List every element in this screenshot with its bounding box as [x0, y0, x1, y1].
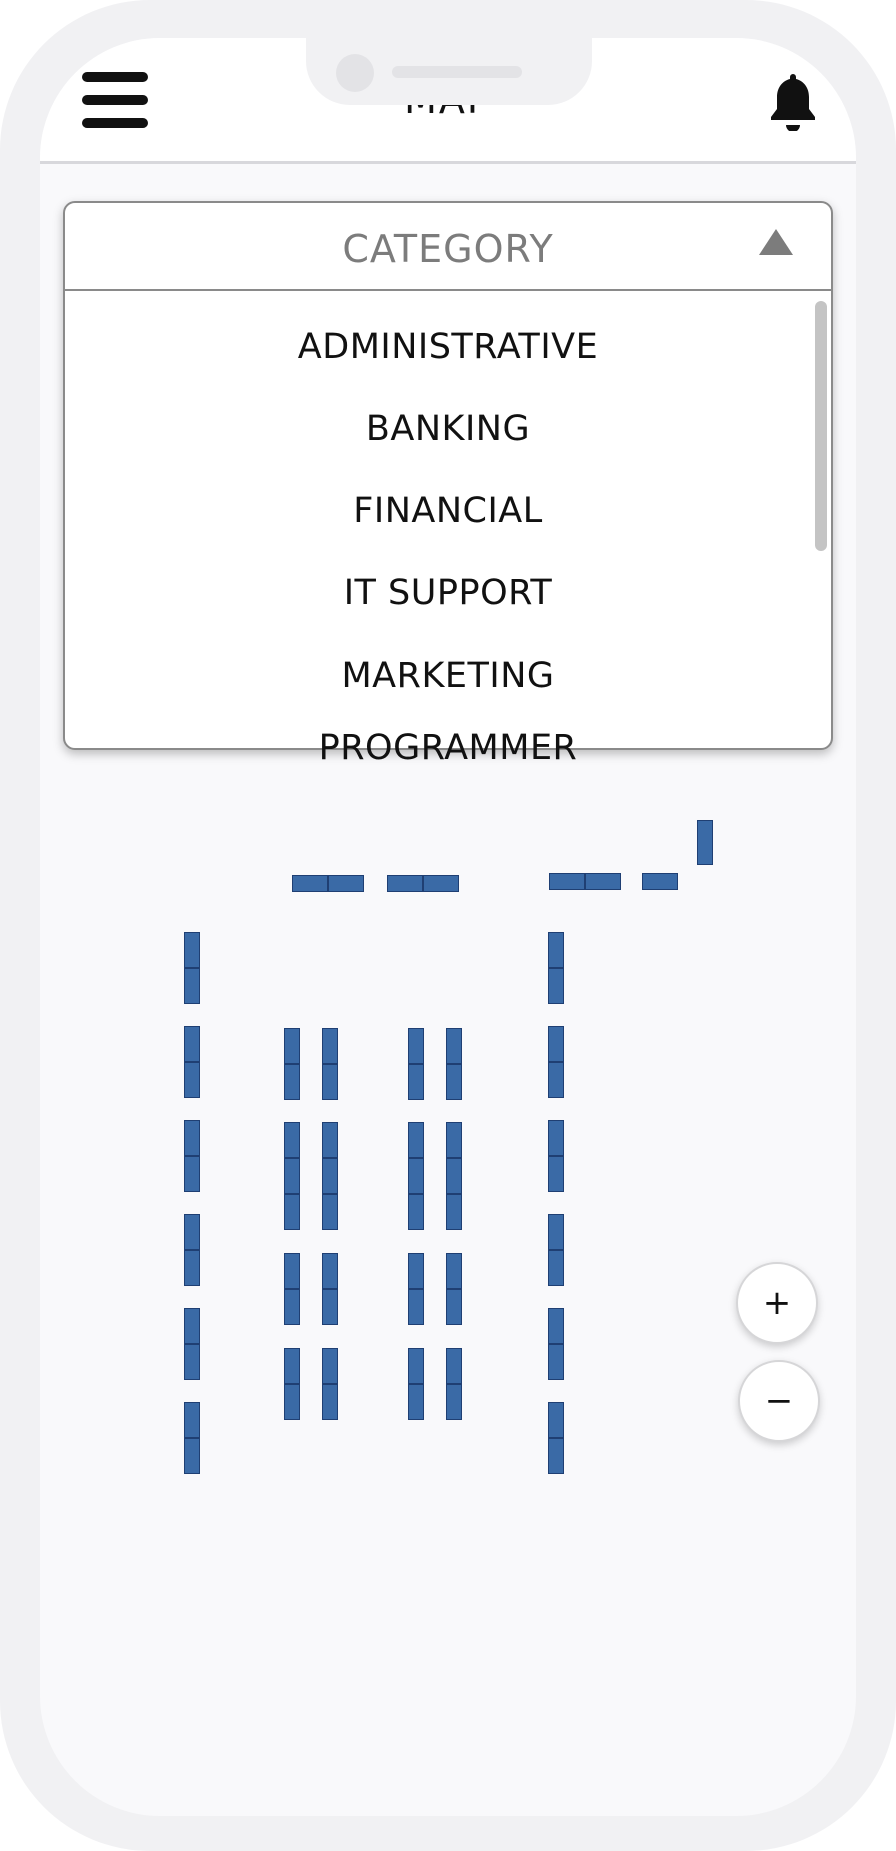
desk[interactable]	[548, 1308, 564, 1344]
desk[interactable]	[697, 820, 713, 865]
desk[interactable]	[585, 873, 621, 890]
desk[interactable]	[322, 1158, 338, 1194]
desk[interactable]	[446, 1384, 462, 1420]
desk[interactable]	[322, 1064, 338, 1100]
desk[interactable]	[184, 1062, 200, 1098]
desk[interactable]	[408, 1028, 424, 1064]
desk[interactable]	[322, 1122, 338, 1158]
desk[interactable]	[322, 1289, 338, 1325]
desk[interactable]	[322, 1028, 338, 1064]
desk[interactable]	[548, 1344, 564, 1380]
desk[interactable]	[184, 1308, 200, 1344]
category-option-administrative[interactable]: ADMINISTRATIVE	[65, 317, 831, 377]
desk[interactable]	[446, 1028, 462, 1064]
category-option-programmer[interactable]: PROGRAMMER	[65, 728, 831, 768]
desk[interactable]	[184, 1156, 200, 1192]
desk[interactable]	[548, 968, 564, 1004]
category-option-financial[interactable]: FINANCIAL	[65, 481, 831, 541]
desk[interactable]	[284, 1194, 300, 1230]
phone-notch	[306, 38, 592, 105]
desk[interactable]	[408, 1158, 424, 1194]
desk[interactable]	[446, 1289, 462, 1325]
zoom-in-button[interactable]: +	[736, 1262, 818, 1344]
front-camera	[336, 54, 374, 92]
desk[interactable]	[184, 1214, 200, 1250]
app-screen: MAP + − CATEGORY ADMINISTRATIVE BANKING …	[40, 38, 856, 1816]
desk[interactable]	[408, 1384, 424, 1420]
desk[interactable]	[184, 968, 200, 1004]
desk[interactable]	[446, 1194, 462, 1230]
desk[interactable]	[322, 1348, 338, 1384]
category-option-banking[interactable]: BANKING	[65, 399, 831, 459]
desk[interactable]	[549, 873, 585, 890]
category-placeholder: CATEGORY	[342, 227, 554, 271]
desk[interactable]	[548, 932, 564, 968]
desk[interactable]	[184, 1344, 200, 1380]
desk[interactable]	[408, 1253, 424, 1289]
category-option-marketing[interactable]: MARKETING	[65, 646, 831, 706]
desk[interactable]	[284, 1064, 300, 1100]
desk[interactable]	[548, 1438, 564, 1474]
desk[interactable]	[284, 1253, 300, 1289]
category-option-it-support[interactable]: IT SUPPORT	[65, 563, 831, 623]
desk[interactable]	[548, 1026, 564, 1062]
desk[interactable]	[284, 1384, 300, 1420]
desk[interactable]	[184, 1402, 200, 1438]
caret-up-icon[interactable]	[759, 229, 793, 255]
earpiece-speaker	[392, 66, 522, 78]
desk[interactable]	[184, 1250, 200, 1286]
desk[interactable]	[408, 1348, 424, 1384]
desk[interactable]	[322, 1384, 338, 1420]
desk[interactable]	[548, 1250, 564, 1286]
desk[interactable]	[446, 1122, 462, 1158]
desk[interactable]	[548, 1120, 564, 1156]
desk[interactable]	[184, 1120, 200, 1156]
desk[interactable]	[284, 1158, 300, 1194]
desk[interactable]	[446, 1064, 462, 1100]
desk[interactable]	[284, 1122, 300, 1158]
desk[interactable]	[642, 873, 678, 890]
desk[interactable]	[292, 875, 328, 892]
bell-icon[interactable]	[768, 71, 818, 131]
desk[interactable]	[284, 1289, 300, 1325]
desk[interactable]	[548, 1062, 564, 1098]
desk[interactable]	[446, 1253, 462, 1289]
desk[interactable]	[548, 1402, 564, 1438]
dropdown-scrollbar[interactable]	[815, 301, 827, 551]
desk[interactable]	[548, 1156, 564, 1192]
desk[interactable]	[322, 1253, 338, 1289]
category-dropdown-header[interactable]: CATEGORY	[65, 203, 831, 291]
desk[interactable]	[184, 932, 200, 968]
desk[interactable]	[322, 1194, 338, 1230]
category-options-list: ADMINISTRATIVE BANKING FINANCIAL IT SUPP…	[65, 291, 831, 768]
desk[interactable]	[548, 1214, 564, 1250]
desk[interactable]	[446, 1348, 462, 1384]
desk[interactable]	[284, 1028, 300, 1064]
desk[interactable]	[408, 1194, 424, 1230]
category-dropdown[interactable]: CATEGORY ADMINISTRATIVE BANKING FINANCIA…	[63, 201, 833, 768]
desk[interactable]	[284, 1348, 300, 1384]
desk[interactable]	[446, 1158, 462, 1194]
zoom-out-button[interactable]: −	[738, 1360, 820, 1442]
desk[interactable]	[408, 1289, 424, 1325]
desk[interactable]	[184, 1438, 200, 1474]
desk[interactable]	[184, 1026, 200, 1062]
desk[interactable]	[423, 875, 459, 892]
desk[interactable]	[328, 875, 364, 892]
desk[interactable]	[408, 1064, 424, 1100]
desk[interactable]	[387, 875, 423, 892]
desk[interactable]	[408, 1122, 424, 1158]
